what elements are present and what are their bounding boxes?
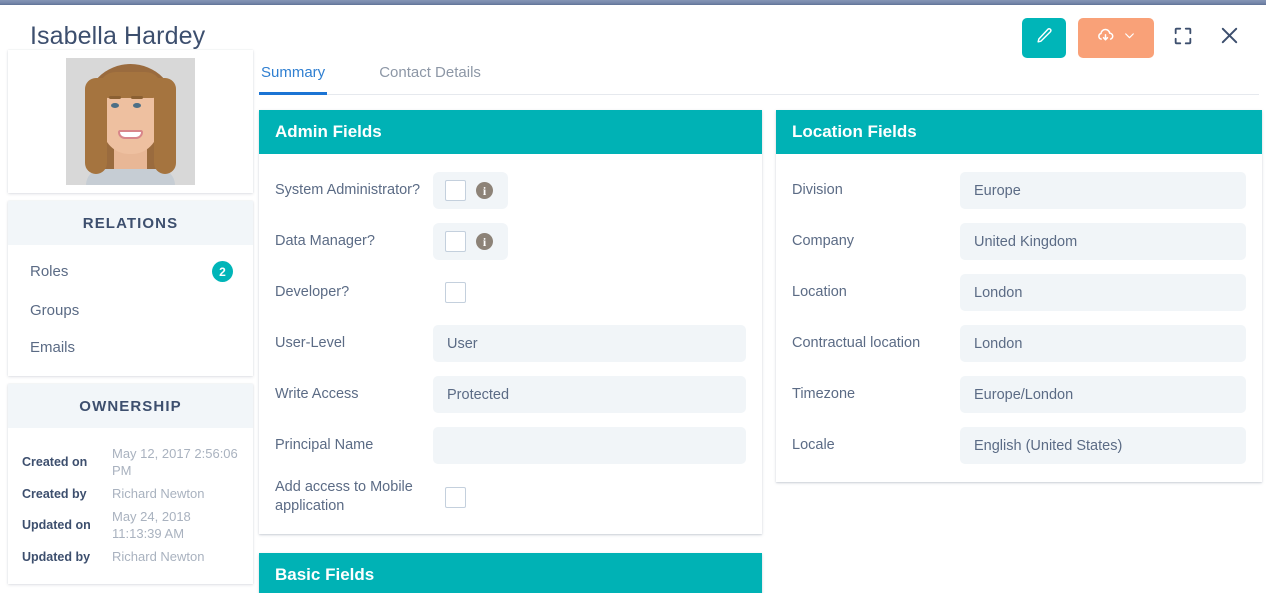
contractual-location-value[interactable]: London (960, 325, 1246, 362)
close-icon (1218, 24, 1241, 52)
relations-title: RELATIONS (8, 201, 253, 245)
locale-value[interactable]: English (United States) (960, 427, 1246, 464)
ownership-value: May 12, 2017 2:56:06 PM (112, 446, 238, 478)
info-icon[interactable]: i (476, 182, 493, 199)
field-label: Contractual location (792, 335, 921, 351)
write-access-value[interactable]: Protected (433, 376, 746, 413)
field-label: Division (792, 182, 843, 198)
ownership-key: Created by (22, 486, 87, 501)
data-manager-checkbox[interactable] (445, 231, 466, 252)
field-control (433, 274, 508, 311)
location-value[interactable]: London (960, 274, 1246, 311)
ownership-row-created-by: Created by Richard Newton (8, 482, 253, 505)
sidebar-item-emails[interactable]: Emails (8, 329, 253, 366)
location-fields-title: Location Fields (776, 110, 1262, 154)
user-level-value[interactable]: User (433, 325, 746, 362)
cloud-download-icon (1096, 26, 1115, 50)
basic-fields-title: Basic Fields (259, 553, 762, 593)
field-row-location: Location London (792, 274, 1246, 311)
field-label: Add access to Mobile application (275, 479, 413, 514)
fullscreen-icon (1172, 25, 1194, 52)
sidebar-item-roles[interactable]: Roles 2 (8, 251, 253, 292)
relations-card: RELATIONS Roles 2 Groups Emails (8, 201, 253, 376)
developer-checkbox[interactable] (445, 282, 466, 303)
relations-list: Roles 2 Groups Emails (8, 245, 253, 376)
field-label: Company (792, 233, 855, 249)
location-fields-panel: Location Fields Division Europe Company … (776, 110, 1262, 482)
sidebar-item-label: Emails (30, 339, 76, 356)
field-row-locale: Locale English (United States) (792, 427, 1246, 464)
pencil-icon (1036, 27, 1053, 49)
field-row-company: Company United Kingdom (792, 223, 1246, 260)
field-label: Write Access (275, 386, 359, 402)
sidebar: RELATIONS Roles 2 Groups Emails OWNERSHI… (8, 50, 253, 592)
field-label: Location (792, 284, 847, 300)
field-control: i (433, 172, 508, 209)
ownership-row-created-on: Created on May 12, 2017 2:56:06 PM (8, 442, 253, 482)
field-row-mobile-access: Add access to Mobile application (275, 478, 746, 516)
edit-button[interactable] (1022, 18, 1066, 58)
fullscreen-button[interactable] (1166, 21, 1200, 55)
company-value[interactable]: United Kingdom (960, 223, 1246, 260)
admin-fields-panel: Admin Fields System Administrator? i Dat… (259, 110, 762, 534)
field-label: Locale (792, 437, 835, 453)
field-label: System Administrator? (275, 182, 421, 198)
close-button[interactable] (1212, 21, 1246, 55)
mobile-access-checkbox[interactable] (445, 486, 466, 508)
field-row-user-level: User-Level User (275, 325, 746, 362)
ownership-key: Updated by (22, 549, 91, 564)
ownership-row-updated-by: Updated by Richard Newton (8, 545, 253, 568)
ownership-key: Updated on (22, 518, 91, 532)
field-label: Timezone (792, 386, 856, 402)
field-label: User-Level (275, 335, 346, 351)
admin-fields-title: Admin Fields (259, 110, 762, 154)
tab-bar: Summary Contact Details (259, 60, 1259, 95)
field-control: i (433, 223, 508, 260)
ownership-key: Created on (22, 455, 88, 469)
window-top-strip (0, 0, 1266, 5)
avatar-card (8, 50, 253, 193)
sidebar-item-label: Roles (30, 263, 69, 280)
top-action-bar (1022, 18, 1246, 58)
field-row-division: Division Europe (792, 172, 1246, 209)
ownership-card: OWNERSHIP Created on May 12, 2017 2:56:0… (8, 384, 253, 584)
ownership-list: Created on May 12, 2017 2:56:06 PM Creat… (8, 428, 253, 584)
field-row-developer: Developer? (275, 274, 746, 311)
ownership-row-updated-on: Updated on May 24, 2018 11:13:39 AM (8, 505, 253, 545)
field-label: Developer? (275, 284, 350, 300)
tab-contact-details[interactable]: Contact Details (377, 60, 483, 94)
ownership-title: OWNERSHIP (8, 384, 253, 428)
division-value[interactable]: Europe (960, 172, 1246, 209)
ownership-value: Richard Newton (112, 486, 205, 501)
ownership-value: May 24, 2018 11:13:39 AM (112, 509, 191, 541)
admin-fields-body: System Administrator? i Data Manager? i … (259, 154, 762, 534)
location-fields-body: Division Europe Company United Kingdom L… (776, 154, 1262, 482)
system-administrator-checkbox[interactable] (445, 180, 466, 201)
field-row-contractual-location: Contractual location London (792, 325, 1246, 362)
page-title: Isabella Hardey (30, 22, 206, 50)
field-row-write-access: Write Access Protected (275, 376, 746, 413)
info-icon[interactable]: i (476, 233, 493, 250)
field-row-data-manager: Data Manager? i (275, 223, 746, 260)
field-control (433, 479, 508, 516)
basic-fields-panel: Basic Fields (259, 553, 762, 593)
tab-summary[interactable]: Summary (259, 60, 328, 95)
field-label: Data Manager? (275, 233, 375, 249)
field-row-timezone: Timezone Europe/London (792, 376, 1246, 413)
ownership-value: Richard Newton (112, 549, 205, 564)
export-button[interactable] (1078, 18, 1154, 58)
sidebar-item-label: Groups (30, 302, 80, 319)
field-row-principal-name: Principal Name (275, 427, 746, 464)
record-detail-screen: Isabella Hardey RELATIONS Roles 2 Groups… (0, 0, 1266, 593)
field-label: Principal Name (275, 437, 374, 453)
sidebar-item-groups[interactable]: Groups (8, 292, 253, 329)
field-row-system-administrator: System Administrator? i (275, 172, 746, 209)
chevron-down-icon[interactable] (1123, 29, 1136, 47)
status-badge: 2 (212, 261, 233, 282)
timezone-value[interactable]: Europe/London (960, 376, 1246, 413)
principal-name-value[interactable] (433, 427, 746, 464)
avatar (66, 58, 195, 185)
